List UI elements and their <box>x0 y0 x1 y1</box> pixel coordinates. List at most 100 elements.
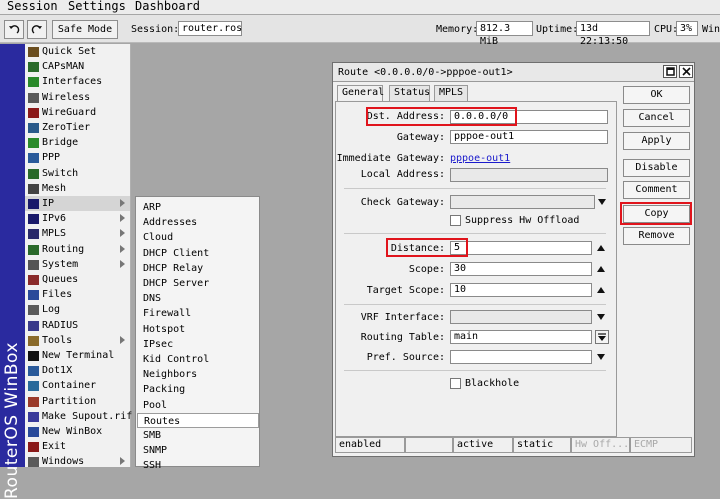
submenu-item-pool[interactable]: Pool <box>137 398 259 413</box>
check-gateway-field[interactable] <box>450 195 595 209</box>
sidebar-item-tools[interactable]: Tools <box>25 333 130 348</box>
scope-remove-icon[interactable] <box>597 266 605 272</box>
routing-table-field[interactable]: main <box>450 330 592 344</box>
sidebar: Quick Set CAPsMAN Interfaces Wireless WireGu… <box>25 44 132 467</box>
submenu-item-dns[interactable]: DNS <box>137 291 259 306</box>
submenu-item-cloud[interactable]: Cloud <box>137 230 259 245</box>
vrf-interface-dropdown-icon[interactable] <box>597 314 605 320</box>
sidebar-item-new-terminal[interactable]: New Terminal <box>25 348 130 363</box>
blackhole-checkbox[interactable] <box>450 378 461 389</box>
files-icon <box>28 289 39 300</box>
submenu-item-snmp[interactable]: SNMP <box>137 443 259 458</box>
submenu-item-kid-control[interactable]: Kid Control <box>137 352 259 367</box>
sidebar-item-ip[interactable]: IP <box>25 196 130 211</box>
routing-table-select-button[interactable] <box>595 330 609 344</box>
restore-button[interactable] <box>663 65 677 78</box>
sidebar-item-zerotier[interactable]: ZeroTier <box>25 120 130 135</box>
status-enabled: enabled <box>335 437 405 453</box>
mesh-icon <box>28 183 39 194</box>
submenu-arrow-icon <box>120 199 125 207</box>
submenu-item-packing[interactable]: Packing <box>137 382 259 397</box>
sidebar-item-routing[interactable]: Routing <box>25 242 130 257</box>
sidebar-item-partition[interactable]: Partition <box>25 394 130 409</box>
submenu-item-arp[interactable]: ARP <box>137 200 259 215</box>
interfaces-icon <box>28 76 39 87</box>
immediate-gateway-link[interactable]: pppoe-out1 <box>450 153 510 165</box>
submenu-item-dhcp-client[interactable]: DHCP Client <box>137 246 259 261</box>
sidebar-item-system[interactable]: System <box>25 257 130 272</box>
redo-button[interactable] <box>27 20 47 39</box>
submenu-item-neighbors[interactable]: Neighbors <box>137 367 259 382</box>
separator <box>344 233 606 234</box>
sidebar-item-container[interactable]: Container <box>25 378 130 393</box>
close-button[interactable] <box>679 65 693 78</box>
brand-strip: RouterOS WinBox <box>0 44 25 499</box>
sidebar-item-files[interactable]: Files <box>25 287 130 302</box>
apply-button[interactable]: Apply <box>623 132 690 150</box>
sidebar-item-label: Routing <box>42 244 85 255</box>
sidebar-item-label: Interfaces <box>42 76 103 87</box>
tab-mpls[interactable]: MPLS <box>434 85 468 101</box>
safe-mode-button[interactable]: Safe Mode <box>52 20 118 39</box>
window-title-bar[interactable]: Route <0.0.0.0/0->pppoe-out1> <box>333 63 694 82</box>
sidebar-item-capsman[interactable]: CAPsMAN <box>25 59 130 74</box>
sidebar-item-ppp[interactable]: PPP <box>25 150 130 165</box>
gateway-field[interactable]: pppoe-out1 <box>450 130 608 144</box>
submenu-item-dhcp-server[interactable]: DHCP Server <box>137 276 259 291</box>
sidebar-item-ipv6[interactable]: IPv6 <box>25 211 130 226</box>
sidebar-item-interfaces[interactable]: Interfaces <box>25 74 130 89</box>
sidebar-item-new-winbox[interactable]: New WinBox <box>25 424 130 439</box>
sidebar-item-radius[interactable]: RADIUS <box>25 318 130 333</box>
mpls-icon <box>28 228 39 239</box>
submenu-item-addresses[interactable]: Addresses <box>137 215 259 230</box>
sidebar-item-label: Windows <box>42 456 85 467</box>
undo-button[interactable] <box>4 20 24 39</box>
sidebar-item-mesh[interactable]: Mesh <box>25 181 130 196</box>
check-gateway-dropdown-icon[interactable] <box>598 199 606 205</box>
submenu-item-hotspot[interactable]: Hotspot <box>137 322 259 337</box>
distance-remove-icon[interactable] <box>597 245 605 251</box>
terminal-icon <box>28 350 39 361</box>
ok-button[interactable]: OK <box>623 86 690 104</box>
submenu-item-dhcp-relay[interactable]: DHCP Relay <box>137 261 259 276</box>
memory-value: 812.3 MiB <box>476 21 533 47</box>
cancel-button[interactable]: Cancel <box>623 109 690 127</box>
sidebar-item-queues[interactable]: Queues <box>25 272 130 287</box>
immediate-gateway-label: Immediate Gateway: <box>336 153 445 164</box>
tab-general[interactable]: General <box>337 85 384 102</box>
comment-button[interactable]: Comment <box>623 181 690 199</box>
sidebar-item-bridge[interactable]: Bridge <box>25 135 130 150</box>
sidebar-item-wireguard[interactable]: WireGuard <box>25 105 130 120</box>
vrf-interface-field[interactable] <box>450 310 592 324</box>
supout-icon <box>28 411 39 422</box>
vrf-interface-label: VRF Interface: <box>360 312 445 323</box>
menu-settings[interactable]: Settings <box>68 0 126 13</box>
sidebar-item-dot1x[interactable]: Dot1X <box>25 363 130 378</box>
sidebar-item-log[interactable]: Log <box>25 302 130 317</box>
pref-source-field[interactable] <box>450 350 592 364</box>
menu-dashboard[interactable]: Dashboard <box>135 0 200 13</box>
menu-session[interactable]: Session <box>7 0 58 13</box>
sidebar-item-switch[interactable]: Switch <box>25 166 130 181</box>
status-static: static <box>513 437 571 453</box>
distance-field[interactable]: 5 <box>450 241 592 255</box>
submenu-item-ssh[interactable]: SSH <box>137 458 259 473</box>
target-scope-remove-icon[interactable] <box>597 287 605 293</box>
scope-field[interactable]: 30 <box>450 262 592 276</box>
submenu-item-firewall[interactable]: Firewall <box>137 306 259 321</box>
target-scope-label: Target Scope: <box>366 285 445 296</box>
sidebar-item-make-supout-rif[interactable]: Make Supout.rif <box>25 409 132 424</box>
submenu-item-ipsec[interactable]: IPsec <box>137 337 259 352</box>
target-scope-field[interactable]: 10 <box>450 283 592 297</box>
suppress-hw-offload-checkbox[interactable] <box>450 215 461 226</box>
sidebar-item-quick-set[interactable]: Quick Set <box>25 44 130 59</box>
sidebar-item-wireless[interactable]: Wireless <box>25 90 130 105</box>
tab-status[interactable]: Status <box>389 85 430 101</box>
sidebar-item-mpls[interactable]: MPLS <box>25 226 130 241</box>
remove-button[interactable]: Remove <box>623 227 690 245</box>
sidebar-item-exit[interactable]: Exit <box>25 439 130 454</box>
submenu-item-smb[interactable]: SMB <box>137 428 259 443</box>
pref-source-dropdown-icon[interactable] <box>597 354 605 360</box>
disable-button[interactable]: Disable <box>623 159 690 177</box>
submenu-item-routes[interactable]: Routes <box>137 413 259 428</box>
